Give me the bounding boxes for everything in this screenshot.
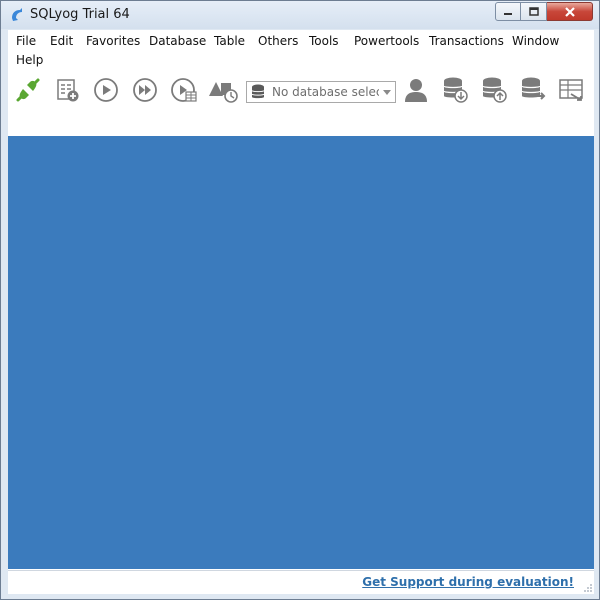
database-selector[interactable]: No database selected [246, 81, 396, 103]
execute-and-edit-button[interactable] [168, 74, 200, 106]
user-manager-button[interactable] [400, 74, 432, 106]
schema-designer-icon [209, 82, 238, 103]
schema-designer-button[interactable] [207, 74, 239, 106]
menu-file[interactable]: File [16, 32, 36, 50]
new-connection-icon [16, 78, 40, 102]
workspace-area [8, 136, 594, 569]
title-bar[interactable]: SQLyog Trial 64 [1, 1, 599, 29]
toolbar: No database selected [8, 74, 594, 110]
execute-all-queries-button[interactable] [129, 74, 161, 106]
restore-database-button[interactable] [478, 74, 510, 106]
minimize-button[interactable] [495, 2, 521, 21]
menu-table[interactable]: Table [214, 32, 245, 50]
menu-window[interactable]: Window [512, 32, 559, 50]
maximize-button[interactable] [521, 2, 547, 21]
status-bar: Get Support during evaluation! [8, 570, 594, 594]
execute-query-icon [94, 78, 118, 102]
app-window: SQLyog Trial 64 File Edit Favorites Data… [0, 0, 600, 600]
execute-query-button[interactable] [90, 74, 122, 106]
menu-database[interactable]: Database [149, 32, 206, 50]
client-area: File Edit Favorites Database Table Other… [8, 30, 594, 594]
import-table-icon [559, 79, 583, 101]
chevron-down-icon [379, 89, 395, 95]
execute-and-edit-icon [171, 78, 197, 102]
database-synchronization-icon [521, 77, 546, 100]
new-query-editor-icon [57, 79, 79, 102]
menu-transactions[interactable]: Transactions [429, 32, 504, 50]
backup-database-icon [443, 77, 468, 103]
user-manager-icon [405, 79, 427, 102]
restore-database-icon [482, 77, 507, 103]
menu-powertools[interactable]: Powertools [354, 32, 419, 50]
execute-all-queries-icon [133, 78, 157, 102]
window-title: SQLyog Trial 64 [30, 7, 130, 22]
database-icon [251, 84, 269, 100]
menu-bar: File Edit Favorites Database Table Other… [8, 30, 594, 68]
menu-others[interactable]: Others [258, 32, 298, 50]
menu-tools[interactable]: Tools [309, 32, 339, 50]
new-connection-button[interactable] [12, 74, 44, 106]
sqlyog-dolphin-icon [12, 8, 22, 21]
import-table-button[interactable] [556, 74, 588, 106]
new-query-editor-button[interactable] [51, 74, 83, 106]
backup-database-button[interactable] [439, 74, 471, 106]
database-selector-value: No database selected [272, 85, 379, 99]
window-controls [495, 2, 593, 22]
menu-help[interactable]: Help [16, 51, 43, 69]
resize-grip-icon[interactable] [583, 583, 593, 593]
close-icon [564, 6, 575, 17]
menu-favorites[interactable]: Favorites [86, 32, 140, 50]
get-support-link[interactable]: Get Support during evaluation! [362, 575, 574, 589]
database-synchronization-button[interactable] [517, 74, 549, 106]
maximize-icon [528, 6, 539, 16]
close-button[interactable] [547, 2, 593, 21]
minimize-icon [504, 12, 512, 15]
menu-edit[interactable]: Edit [50, 32, 73, 50]
